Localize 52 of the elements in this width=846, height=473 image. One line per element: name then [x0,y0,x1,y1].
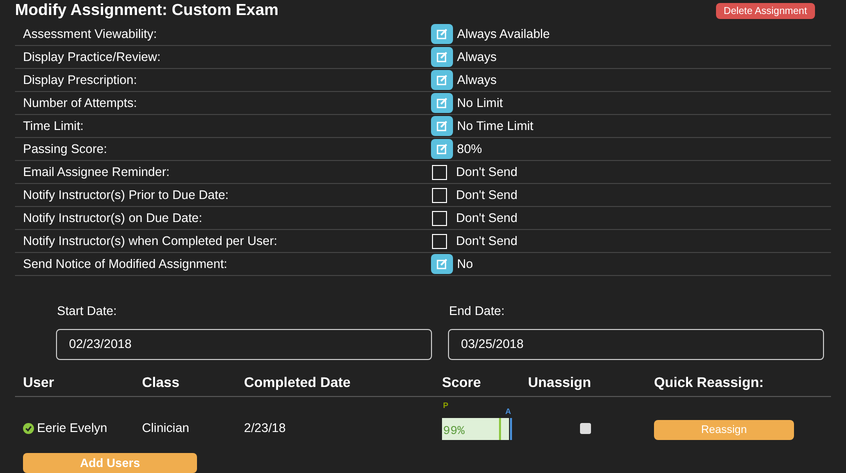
setting-value: Always [457,48,497,66]
setting-label: Display Prescription: [22,72,138,89]
date-label: Start Date: [57,303,118,320]
setting-label: Notify Instructor(s) on Due Date: [22,210,204,227]
checkbox[interactable] [432,234,447,248]
setting-value: No Limit [457,94,503,112]
setting-value: Don't Send [456,186,518,204]
column-header: Quick Reassign: [654,372,765,392]
edit-icon[interactable] [431,139,453,159]
setting-value: Don't Send [456,164,518,181]
setting-value: Don't Send [456,232,518,250]
setting-value: 80% [457,140,482,158]
page-title: Modify Assignment: Custom Exam [15,1,278,21]
date-field[interactable]: 03/25/2018 [448,328,824,360]
column-header: Unassign [528,372,592,392]
delete-assignment-button[interactable]: Delete Assignment [716,3,815,19]
setting-label: Number of Attempts: [22,94,138,112]
setting-label: Time Limit: [22,118,85,135]
setting-label: Email Assignee Reminder: [22,164,171,181]
setting-value: Always [457,72,497,89]
edit-icon[interactable] [431,254,453,274]
setting-label: Assessment Viewability: [22,26,158,43]
date-cell-text: 2/23/18 [244,420,287,438]
column-header: Score [442,372,482,392]
unassign-checkbox[interactable] [580,423,591,434]
edit-icon[interactable] [431,47,453,67]
setting-value: Always Available [457,26,550,43]
edit-icon[interactable] [431,24,453,44]
column-header: User [22,372,56,392]
pass-marker: P [443,400,448,412]
score-value: 99% [442,424,465,438]
column-header: Completed Date [244,372,352,392]
checkbox[interactable] [432,188,447,202]
checkbox[interactable] [432,164,447,180]
class-cell-text: Clinician [142,420,190,438]
edit-icon[interactable] [431,93,453,113]
setting-value: No [457,256,473,273]
setting-label: Send Notice of Modified Assignment: [22,256,228,273]
setting-label: Display Practice/Review: [22,48,162,66]
setting-label: Notify Instructor(s) when Completed per User: [22,232,278,250]
edit-icon[interactable] [431,116,453,136]
edit-icon[interactable] [431,70,453,90]
date-label: End Date: [449,303,506,320]
setting-value: Don't Send [456,210,518,227]
date-field[interactable]: 02/23/2018 [56,328,432,360]
user-name: Eerie Evelyn [37,420,108,438]
average-marker: A [505,406,511,418]
column-header: Class [142,372,180,392]
checkbox[interactable] [432,210,447,226]
setting-label: Notify Instructor(s) Prior to Due Date: [22,186,230,204]
setting-value: No Time Limit [457,118,534,135]
setting-label: Passing Score: [22,140,108,158]
